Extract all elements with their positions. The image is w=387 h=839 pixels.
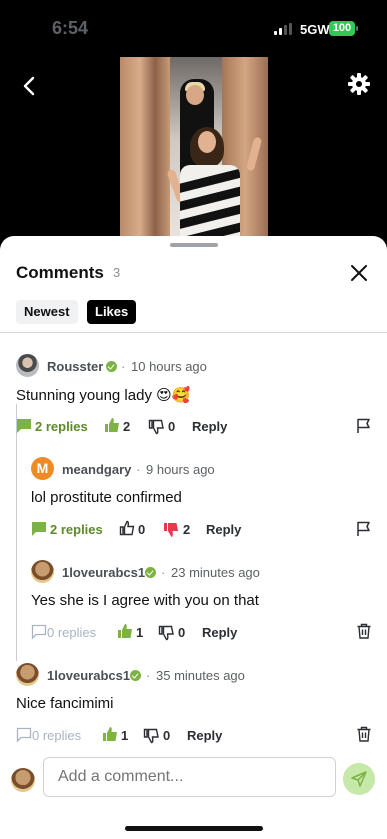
dislike-count: 2: [183, 522, 191, 537]
video-player[interactable]: [120, 57, 268, 240]
thumbs-down-icon[interactable]: [158, 625, 174, 641]
dislike-count: 0: [168, 419, 176, 434]
network-label: 5GW: [300, 22, 330, 37]
status-time: 6:54: [52, 18, 89, 38]
comment-username[interactable]: 1loveurabcs1: [47, 668, 130, 683]
reply-button[interactable]: Reply: [187, 728, 222, 743]
close-icon[interactable]: [348, 262, 370, 284]
reply-button[interactable]: Reply: [192, 419, 227, 434]
avatar[interactable]: [31, 560, 54, 583]
thread-line: [16, 404, 17, 661]
thumbs-up-icon[interactable]: [117, 623, 133, 639]
avatar: [11, 768, 35, 792]
comment-time: 35 minutes ago: [156, 668, 245, 683]
comment-text: lol prostitute confirmed: [31, 489, 182, 506]
thumbs-up-icon[interactable]: [102, 726, 118, 742]
comments-title: Comments: [16, 263, 104, 282]
replies-button[interactable]: 0 replies: [47, 625, 96, 640]
comment-time: 23 minutes ago: [171, 565, 260, 580]
thumbs-down-icon[interactable]: [163, 522, 179, 538]
tab-newest[interactable]: Newest: [16, 300, 78, 324]
divider: [0, 332, 387, 333]
avatar[interactable]: [16, 663, 39, 686]
replies-button[interactable]: 0 replies: [32, 728, 81, 743]
thumbs-up-icon[interactable]: [104, 417, 120, 433]
comment-text: Nice fancimimi: [16, 695, 114, 712]
verified-icon: [130, 670, 141, 681]
thumbs-down-icon[interactable]: [148, 419, 164, 435]
battery-indicator: 100: [329, 21, 358, 36]
drag-handle[interactable]: [170, 243, 218, 247]
comment-username[interactable]: 1loveurabcs1: [62, 565, 145, 580]
comment-time: 9 hours ago: [146, 462, 215, 477]
comment-icon[interactable]: [31, 624, 47, 640]
trash-icon[interactable]: [356, 623, 372, 639]
comment-icon[interactable]: [31, 521, 47, 537]
dislike-count: 0: [178, 625, 186, 640]
reply-button[interactable]: Reply: [202, 625, 237, 640]
send-icon: [351, 771, 367, 787]
comment-text: Stunning young lady 😍🥰: [16, 387, 191, 404]
comments-count: 3: [113, 265, 121, 280]
reply-button[interactable]: Reply: [206, 522, 241, 537]
back-icon[interactable]: [18, 74, 42, 98]
verified-icon: [106, 361, 117, 372]
comment-input[interactable]: [43, 757, 336, 797]
avatar[interactable]: [16, 354, 39, 377]
verified-icon: [145, 567, 156, 578]
status-bar: 6:54 5GW 100: [0, 0, 387, 56]
like-count: 1: [121, 728, 129, 743]
thumbs-down-icon[interactable]: [143, 728, 159, 744]
comment-text: Yes she is I agree with you on that: [31, 592, 259, 609]
comment-icon[interactable]: [16, 418, 32, 434]
dislike-count: 0: [163, 728, 171, 743]
comment-username[interactable]: Rousster: [47, 359, 103, 374]
tab-likes[interactable]: Likes: [87, 300, 137, 324]
home-indicator: [125, 826, 263, 831]
avatar[interactable]: M: [31, 457, 54, 480]
like-count: 1: [136, 625, 144, 640]
flag-icon[interactable]: [356, 521, 372, 537]
comment-username[interactable]: meandgary: [62, 462, 131, 477]
flag-icon[interactable]: [356, 418, 372, 434]
thumbs-up-icon[interactable]: [119, 520, 135, 536]
signal-icon: [274, 23, 294, 35]
like-count: 2: [123, 419, 131, 434]
comments-sheet: Comments 3 Newest Likes Rousster · 10 ho…: [0, 236, 387, 839]
replies-button[interactable]: 2 replies: [35, 419, 88, 434]
send-button[interactable]: [343, 763, 375, 795]
comment-icon[interactable]: [16, 727, 32, 743]
replies-button[interactable]: 2 replies: [50, 522, 103, 537]
gear-icon[interactable]: [347, 72, 371, 96]
comment-time: 10 hours ago: [131, 359, 207, 374]
like-count: 0: [138, 522, 146, 537]
trash-icon[interactable]: [356, 726, 372, 742]
